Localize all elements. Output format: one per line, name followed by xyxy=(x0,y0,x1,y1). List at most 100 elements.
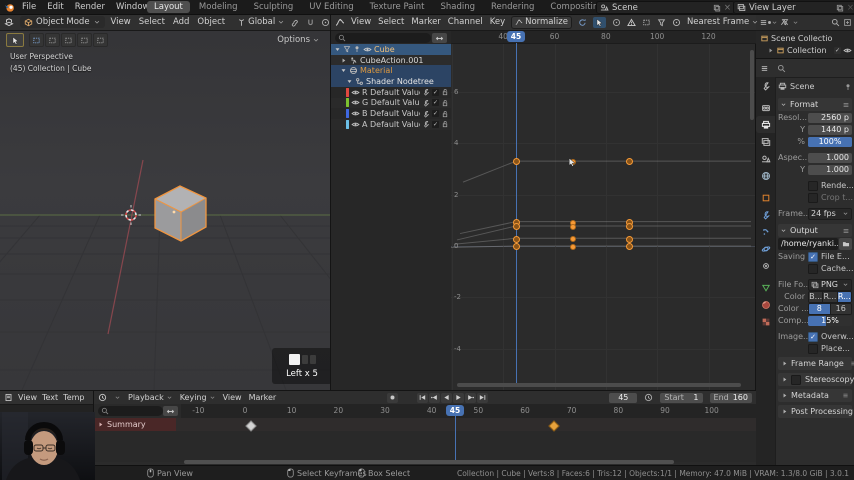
outliner-row-collection[interactable]: Collection ✓ xyxy=(756,45,854,55)
tab-sculpting[interactable]: Sculpting xyxy=(247,1,301,13)
eye-icon[interactable] xyxy=(351,109,360,118)
channel-search-input[interactable] xyxy=(335,33,431,43)
eye-icon[interactable] xyxy=(351,120,360,129)
channel-enable-checkbox[interactable]: ✓ xyxy=(432,88,439,96)
cursorArrow-icon[interactable] xyxy=(592,16,606,28)
wrench-icon[interactable] xyxy=(422,99,430,107)
channel-enable-checkbox[interactable]: ✓ xyxy=(432,99,439,107)
propedit-icon[interactable] xyxy=(321,18,330,27)
lock-icon[interactable] xyxy=(441,88,449,96)
panel-header-format[interactable]: Format xyxy=(778,98,852,111)
text-editor-menu-temp[interactable]: Temp xyxy=(63,393,84,402)
properties-tab-tool[interactable] xyxy=(756,77,775,94)
checkbox-file-e-[interactable]: ✓ xyxy=(808,251,818,262)
plusbox-icon[interactable] xyxy=(843,18,852,27)
eye-icon[interactable] xyxy=(351,98,360,107)
next-keyframe-button[interactable] xyxy=(465,392,477,403)
current-frame-field[interactable]: 45 xyxy=(609,392,638,403)
timeline-search-input[interactable] xyxy=(98,406,163,416)
funnel-icon[interactable] xyxy=(657,18,666,27)
summary-channel[interactable]: Summary xyxy=(94,418,179,431)
channel-material[interactable]: Material xyxy=(331,65,451,77)
timeline-ruler[interactable]: -10 0 10 20 30 40 50 60 70 80 90 100 xyxy=(181,404,756,419)
property-value-field[interactable]: 1.000 xyxy=(808,164,852,175)
channel-shader-nodetree[interactable]: Shader Nodetree xyxy=(331,76,451,87)
vport-icon[interactable] xyxy=(4,17,14,27)
graph-menu-view[interactable]: View xyxy=(351,17,371,27)
menu-window[interactable]: Window xyxy=(116,2,150,12)
properties-tab-object-data[interactable] xyxy=(756,279,775,296)
collection-checkbox[interactable]: ✓ xyxy=(834,46,841,54)
boxsel-icon[interactable] xyxy=(642,18,651,27)
checkbox-cache-[interactable] xyxy=(808,263,818,274)
graph-plot-area[interactable]: 40 60 80 100 120 45 6 4 2 0 -2 -4 xyxy=(451,30,756,390)
timeline-menu-keying[interactable]: Keying xyxy=(180,393,216,402)
outliner-row-scene-collectio[interactable]: Scene Collectio xyxy=(756,33,854,43)
normalize-toggle[interactable]: Normalize xyxy=(511,15,572,29)
menu-file[interactable]: File xyxy=(22,2,36,12)
text-editor-menu-view[interactable]: View xyxy=(18,393,37,402)
property-dropdown[interactable]: 24 fps xyxy=(808,207,852,220)
link-icon[interactable] xyxy=(291,18,300,27)
play-reverse-button[interactable] xyxy=(441,392,453,403)
select-mode-button[interactable] xyxy=(61,33,76,47)
property-dropdown[interactable]: PNG xyxy=(808,278,852,291)
dot-icon[interactable] xyxy=(765,18,774,27)
collapsed-panel-frame-range[interactable]: Frame Range xyxy=(778,357,854,370)
scene-selector[interactable]: Scene × xyxy=(596,1,735,14)
propedit-icon[interactable] xyxy=(612,18,621,27)
mode-selector[interactable]: Object Mode xyxy=(20,16,105,28)
search-icon[interactable] xyxy=(777,64,786,73)
viewport-menu-add[interactable]: Add xyxy=(173,17,189,27)
select-mode-button[interactable] xyxy=(45,33,60,47)
3d-viewport[interactable]: Object Mode View Select Add Object Global O… xyxy=(0,14,330,390)
graph-menu-channel[interactable]: Channel xyxy=(448,17,483,27)
panel-header-output[interactable]: Output xyxy=(778,224,852,237)
refresh-icon[interactable] xyxy=(578,18,587,27)
start-frame-field[interactable]: Start 1 xyxy=(660,392,703,403)
segment-option[interactable]: B... xyxy=(809,291,824,302)
timeline-menu-playback[interactable]: Playback xyxy=(128,393,173,402)
timeline-scrollbar[interactable] xyxy=(184,460,674,464)
timeline-menu-view[interactable]: View xyxy=(223,393,242,402)
lock-icon[interactable] xyxy=(441,110,449,118)
tab-rendering[interactable]: Rendering xyxy=(484,1,541,13)
properties-tab-material[interactable] xyxy=(756,296,775,313)
record-button[interactable] xyxy=(387,392,399,403)
copy-icon[interactable] xyxy=(836,4,844,12)
channel-enable-checkbox[interactable]: ✓ xyxy=(432,110,439,118)
properties-tab-physics[interactable] xyxy=(756,240,775,257)
checkbox-crop-t-[interactable] xyxy=(808,192,818,203)
collapsed-panel-post-processing[interactable]: Post Processing xyxy=(778,405,853,418)
segment-option[interactable]: 16 xyxy=(830,303,851,314)
timeline[interactable]: Playback Keying View Marker 45 Start 1 End … xyxy=(93,390,756,466)
doc-icon[interactable] xyxy=(4,393,13,402)
graph-playhead[interactable] xyxy=(515,43,517,383)
timeline-current-frame-badge[interactable]: 45 xyxy=(446,405,464,416)
select-mode-button[interactable] xyxy=(29,33,44,47)
segment-option[interactable]: 8 xyxy=(809,303,831,314)
properties-tab-modifiers[interactable] xyxy=(756,206,775,223)
properties-tab-render[interactable] xyxy=(756,99,775,116)
graph-current-frame-badge[interactable]: 45 xyxy=(507,31,525,42)
properties-tab-scene[interactable] xyxy=(756,150,775,167)
wrench-icon[interactable] xyxy=(422,110,430,118)
checkbox-place-[interactable] xyxy=(808,343,818,354)
channel-width-toggle[interactable] xyxy=(432,33,447,43)
channel-a-default-value-co[interactable]: A Default Value (Co ✓ xyxy=(331,118,451,130)
lock-icon[interactable] xyxy=(441,120,449,128)
bars-icon[interactable] xyxy=(760,64,769,73)
tab-uv-editing[interactable]: UV Editing xyxy=(302,1,360,13)
channel-cubeaction-001[interactable]: CubeAction.001 xyxy=(331,54,451,66)
bars-icon[interactable] xyxy=(842,392,849,399)
active-tool-button[interactable] xyxy=(6,33,24,47)
timeline-playhead[interactable] xyxy=(454,416,456,462)
scene-unlink-icon[interactable]: × xyxy=(724,3,731,13)
property-value-field[interactable]: 2560 p xyxy=(808,112,852,123)
propedit-icon[interactable] xyxy=(672,18,681,27)
blender-logo-icon[interactable] xyxy=(4,2,15,13)
tab-layout[interactable]: Layout xyxy=(147,1,190,13)
collapsed-panel-metadata[interactable]: Metadata xyxy=(778,389,852,402)
properties-tab-particles[interactable] xyxy=(756,223,775,240)
segment-option[interactable]: R... xyxy=(823,291,838,302)
